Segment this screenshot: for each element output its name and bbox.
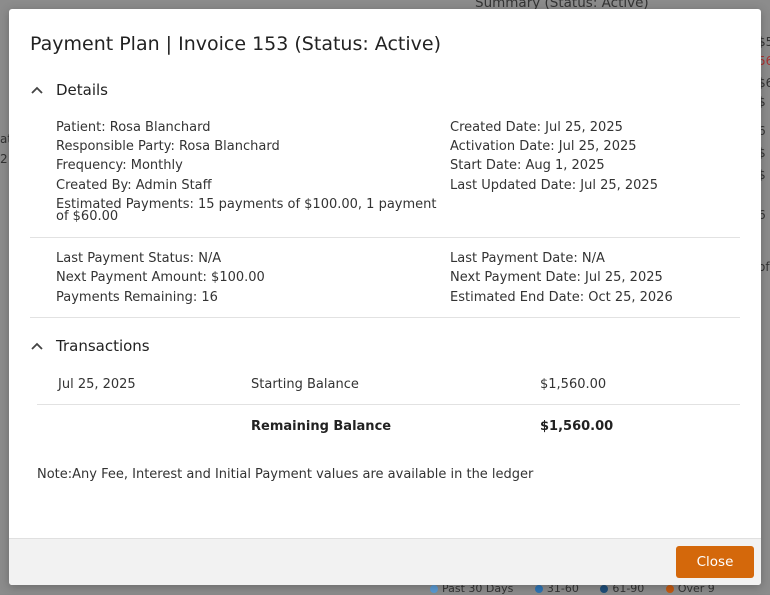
transaction-amount: $1,560.00 — [540, 377, 607, 392]
last-payment-status-field: Last Payment Status: N/A — [56, 251, 222, 266]
chevron-up-icon — [30, 82, 54, 98]
details-section-toggle[interactable]: Details — [30, 81, 108, 99]
divider — [37, 404, 740, 405]
next-payment-date-field: Next Payment Date: Jul 25, 2025 — [450, 270, 663, 285]
legend-dot-icon — [430, 585, 438, 593]
created-by-field: Created By: Admin Staff — [56, 178, 212, 193]
activation-date-field: Activation Date: Jul 25, 2025 — [450, 139, 637, 154]
last-updated-date-field: Last Updated Date: Jul 25, 2025 — [450, 178, 658, 193]
legend-dot-icon — [534, 585, 543, 593]
remaining-balance-label: Remaining Balance — [251, 419, 392, 434]
close-button[interactable]: Close — [676, 546, 754, 578]
next-payment-amount-field: Next Payment Amount: $100.00 — [56, 270, 265, 285]
payments-remaining-field: Payments Remaining: 16 — [56, 290, 218, 305]
remaining-balance-amount: $1,560.00 — [540, 419, 614, 434]
modal-title: Payment Plan | Invoice 153 (Status: Acti… — [30, 33, 441, 55]
last-payment-date-field: Last Payment Date: N/A — [450, 251, 605, 266]
transactions-section-toggle[interactable]: Transactions — [30, 337, 150, 355]
background-fragment: 2 — [0, 152, 8, 166]
legend-dot-icon — [600, 585, 609, 593]
transaction-date: Jul 25, 2025 — [58, 377, 136, 392]
divider — [30, 237, 740, 238]
transaction-description: Starting Balance — [251, 377, 359, 392]
estimated-payments-field: Estimated Payments: 15 payments of $100.… — [56, 197, 437, 224]
chevron-up-icon — [30, 338, 54, 354]
start-date-field: Start Date: Aug 1, 2025 — [450, 158, 605, 173]
frequency-field: Frequency: Monthly — [56, 158, 183, 173]
divider — [30, 317, 740, 318]
responsible-party-field: Responsible Party: Rosa Blanchard — [56, 139, 280, 154]
created-date-field: Created Date: Jul 25, 2025 — [450, 120, 623, 135]
payment-plan-modal: Payment Plan | Invoice 153 (Status: Acti… — [9, 9, 761, 585]
modal-footer: Close — [9, 538, 761, 585]
estimated-end-date-field: Estimated End Date: Oct 25, 2026 — [450, 290, 673, 305]
details-header: Details — [56, 81, 109, 99]
legend-dot-icon — [665, 585, 674, 593]
transactions-header: Transactions — [56, 337, 150, 355]
ledger-note: Note:Any Fee, Interest and Initial Payme… — [37, 467, 534, 482]
patient-field: Patient: Rosa Blanchard — [56, 120, 211, 135]
